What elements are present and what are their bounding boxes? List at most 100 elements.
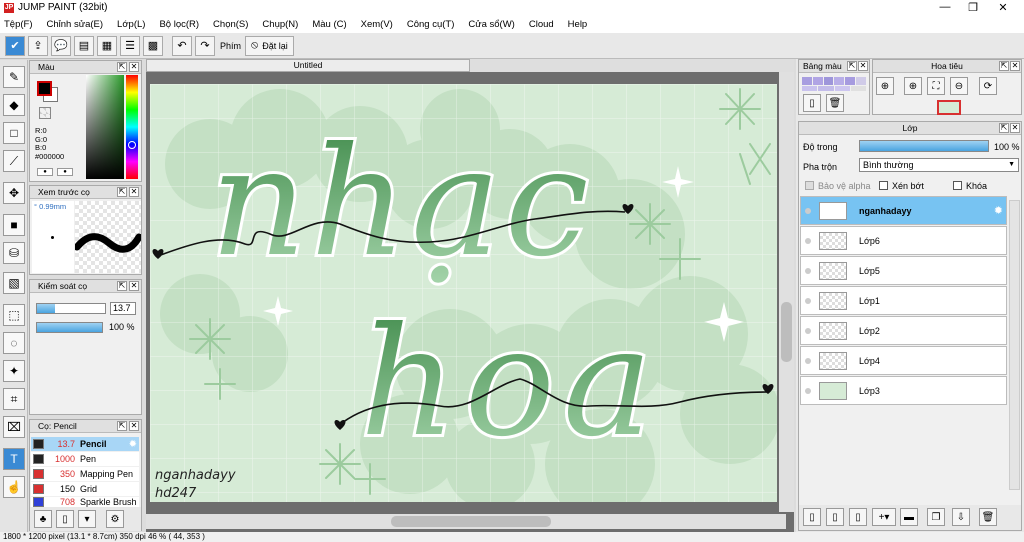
layer-row[interactable]: nganhadayy ✹	[800, 196, 1007, 225]
visibility-icon[interactable]	[805, 207, 811, 214]
redo-icon[interactable]: ↷	[195, 35, 215, 56]
menu-window[interactable]: Cửa sổ(W)	[468, 19, 514, 30]
select-rect-tool-icon[interactable]: ⬚	[3, 304, 25, 326]
visibility-icon[interactable]	[805, 327, 811, 334]
palette-swatch[interactable]	[856, 77, 866, 85]
brush-opacity-slider[interactable]	[36, 322, 103, 333]
delete-palette-icon[interactable]: 🗑	[826, 94, 844, 112]
palette-swatch[interactable]	[802, 77, 812, 85]
palette-swatches[interactable]	[802, 77, 866, 85]
add-layer-menu-icon[interactable]: +▾	[872, 508, 896, 526]
brush-item[interactable]: 13.7 Pencil ✹	[31, 437, 139, 451]
layer-row[interactable]: Lớp2	[800, 316, 1007, 345]
detach-icon[interactable]: ⇱	[999, 61, 1009, 71]
saturation-value-picker[interactable]	[86, 75, 124, 179]
palette-swatch[interactable]	[802, 86, 818, 91]
visibility-icon[interactable]	[805, 357, 811, 364]
layer-opacity-slider[interactable]	[859, 140, 989, 152]
new-halftone-layer-icon[interactable]: ▯	[826, 508, 844, 526]
document-tab[interactable]: Untitled	[146, 59, 470, 72]
zoom-in-icon[interactable]: ⊕	[904, 77, 922, 95]
foreground-color-swatch[interactable]	[37, 81, 52, 96]
brush-tree-icon[interactable]: ♣	[34, 510, 52, 528]
brush-item[interactable]: 708 Sparkle Brush	[31, 497, 139, 507]
lock-checkbox[interactable]	[953, 181, 962, 190]
panel-close-icon[interactable]: ✕	[129, 187, 139, 197]
layer-row[interactable]: Lớp1	[800, 286, 1007, 315]
panel-close-icon[interactable]: ✕	[129, 421, 139, 431]
palette-swatch[interactable]	[850, 86, 866, 91]
canvas-horizontal-scrollbar[interactable]	[146, 514, 786, 529]
delete-layer-icon[interactable]: 🗑	[979, 508, 997, 526]
blend-mode-select[interactable]: Bình thường ▼	[859, 158, 1019, 172]
brush-size-slider[interactable]	[36, 303, 106, 314]
fill-rect-tool-icon[interactable]: ■	[3, 214, 25, 236]
brush-tool-icon[interactable]: ✎	[3, 66, 25, 88]
brush-menu-icon[interactable]: ▾	[78, 510, 96, 528]
share-icon[interactable]: ⇪	[28, 35, 48, 56]
palette-swatch[interactable]	[834, 86, 850, 91]
visibility-icon[interactable]	[805, 297, 811, 304]
brush-size-input[interactable]: 13.7	[110, 302, 136, 315]
menu-filter[interactable]: Bộ lọc(R)	[159, 19, 199, 30]
menu-color[interactable]: Màu (C)	[312, 19, 346, 30]
menu-layer[interactable]: Lớp(L)	[117, 19, 145, 30]
magic-wand-tool-icon[interactable]: ✦	[3, 360, 25, 382]
list-icon[interactable]: ☰	[120, 35, 140, 56]
maximize-button[interactable]: ❐	[958, 1, 988, 14]
vertical-scroll-thumb[interactable]	[781, 302, 792, 362]
grid-settings-icon[interactable]: ▩	[143, 35, 163, 56]
hue-handle[interactable]	[128, 141, 136, 149]
duplicate-layer-icon[interactable]: ❐	[927, 508, 945, 526]
menu-edit[interactable]: Chỉnh sửa(E)	[47, 19, 104, 30]
brush-item[interactable]: 150 Grid	[31, 482, 139, 496]
select-pen-tool-icon[interactable]: ⌗	[3, 388, 25, 410]
select-eraser-tool-icon[interactable]: ⌧	[3, 416, 25, 438]
gear-icon[interactable]: ✹	[994, 204, 1003, 217]
chat-icon[interactable]: ▤	[74, 35, 94, 56]
close-button[interactable]: ✕	[988, 1, 1018, 14]
menu-view[interactable]: Xem(V)	[361, 19, 393, 30]
detach-icon[interactable]: ⇱	[117, 421, 127, 431]
zoom-out-icon[interactable]: ⊖	[950, 77, 968, 95]
rectangle-tool-icon[interactable]: □	[3, 122, 25, 144]
navigator-thumbnail[interactable]	[937, 100, 961, 115]
protect-alpha-checkbox[interactable]	[805, 181, 814, 190]
layer-list-scrollbar[interactable]	[1009, 200, 1020, 490]
clipping-checkbox[interactable]	[879, 181, 888, 190]
visibility-icon[interactable]	[805, 267, 811, 274]
palette-small-icon[interactable]: ●	[37, 168, 53, 176]
detach-icon[interactable]: ⇱	[999, 123, 1009, 133]
palette-swatches-row2[interactable]	[802, 86, 866, 91]
layer-row[interactable]: Lớp6	[800, 226, 1007, 255]
palette-swatch[interactable]	[812, 77, 823, 85]
panel-close-icon[interactable]: ✕	[129, 62, 139, 72]
palette-small-icon-2[interactable]: ●	[57, 168, 73, 176]
artwork-canvas[interactable]: nhạc hoa nganhadayy hd247	[150, 84, 777, 502]
gradient-tool-icon[interactable]: ▧	[3, 272, 25, 294]
menu-capture[interactable]: Chụp(N)	[262, 19, 298, 30]
visibility-icon[interactable]	[805, 387, 811, 394]
merge-layer-icon[interactable]: ⇩	[952, 508, 970, 526]
detach-icon[interactable]: ⇱	[117, 62, 127, 72]
menu-cloud[interactable]: Cloud	[529, 19, 554, 30]
rotate-icon[interactable]: ⟳	[979, 77, 997, 95]
brush-item[interactable]: 350 Mapping Pen	[31, 467, 139, 481]
detach-icon[interactable]: ⇱	[117, 187, 127, 197]
move-tool-icon[interactable]: ✥	[3, 182, 25, 204]
menu-file[interactable]: Tệp(F)	[4, 19, 33, 30]
palette-swatch[interactable]	[823, 77, 834, 85]
menu-help[interactable]: Help	[568, 19, 588, 30]
bucket-tool-icon[interactable]: ⛁	[3, 242, 25, 264]
palette-swatch[interactable]	[834, 77, 845, 85]
hand-tool-icon[interactable]: ☝	[3, 476, 25, 498]
reset-button[interactable]: ⦸ Đặt lại	[245, 35, 294, 56]
transparent-color-swatch[interactable]	[39, 107, 51, 119]
fit-view-icon[interactable]: ⛶	[927, 77, 945, 95]
layer-row[interactable]: Lớp3	[800, 376, 1007, 405]
brush-item[interactable]: 1000 Pen	[31, 452, 139, 466]
folder-icon[interactable]: ▬	[900, 508, 918, 526]
detach-icon[interactable]: ⇱	[117, 281, 127, 291]
text-tool-icon[interactable]: T	[3, 448, 25, 470]
lasso-tool-icon[interactable]: ◌	[3, 332, 25, 354]
